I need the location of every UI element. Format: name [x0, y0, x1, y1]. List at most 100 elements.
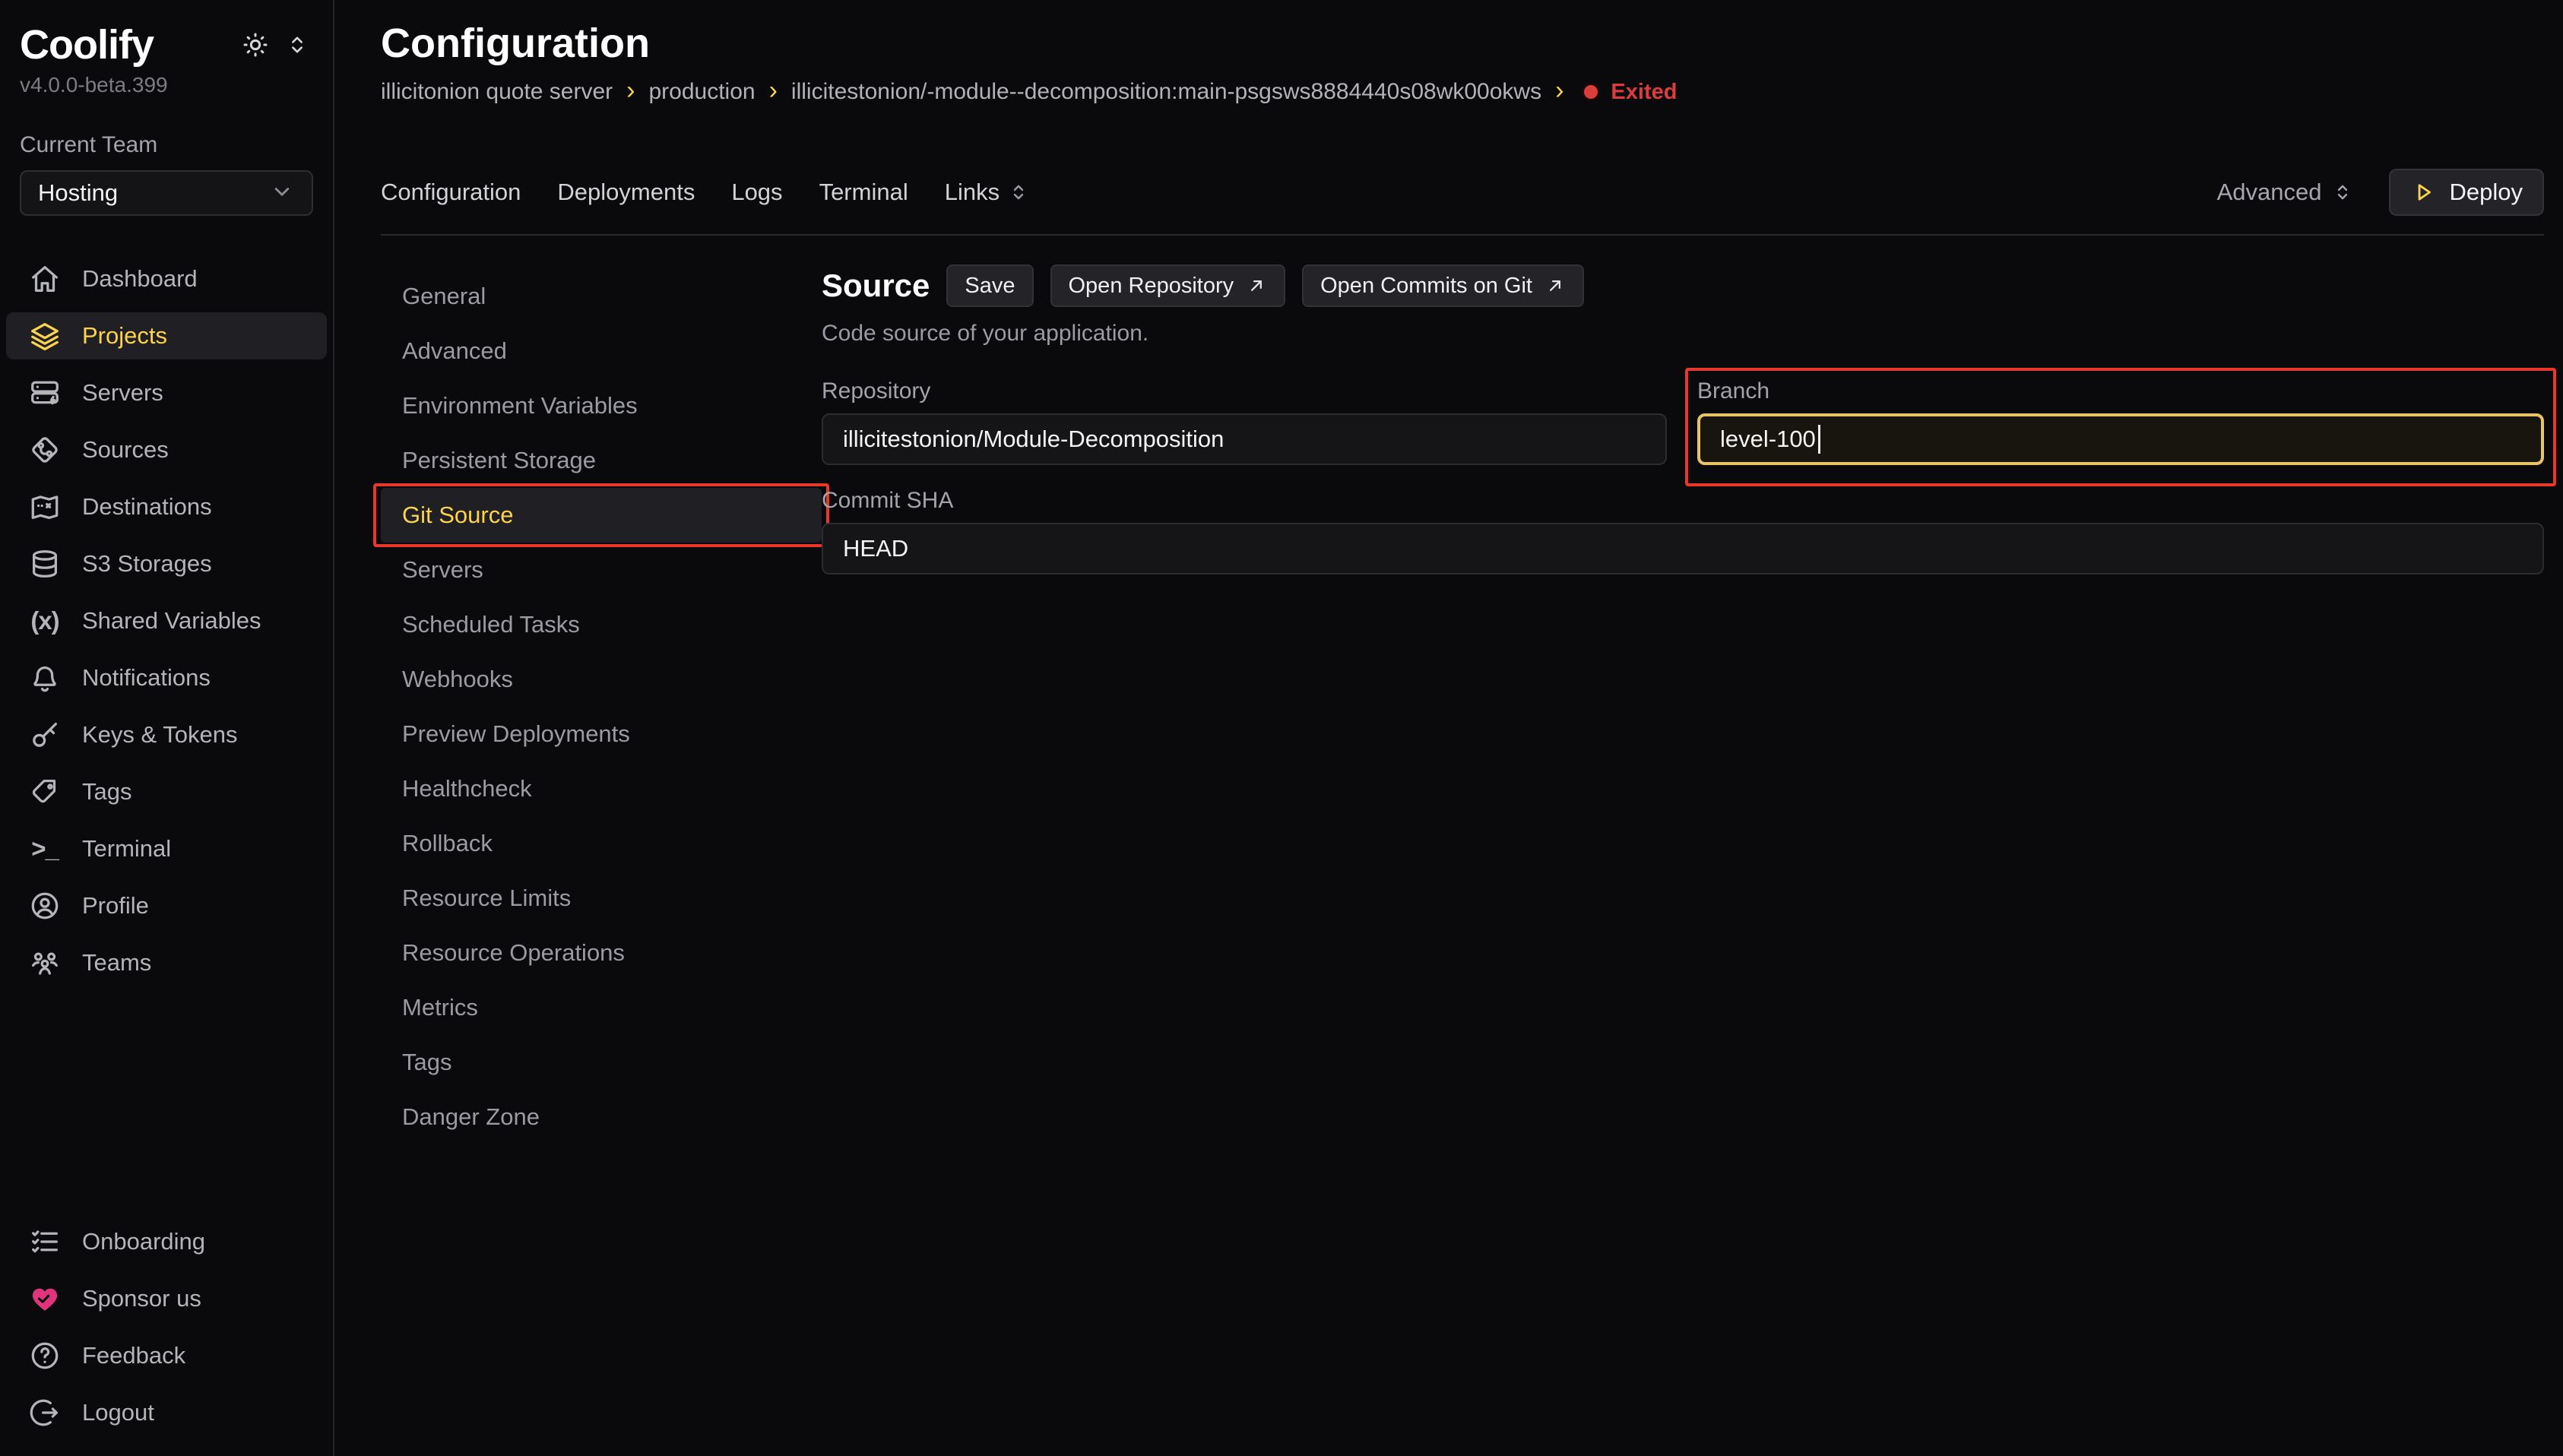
help-circle-icon [27, 1338, 62, 1373]
breadcrumb-application[interactable]: illicitestonion/-module--decomposition:m… [791, 79, 1541, 105]
bell-icon [27, 660, 62, 695]
key-icon [27, 717, 62, 752]
terminal-icon: >_ [27, 831, 62, 866]
subnav-resource-limits[interactable]: Resource Limits [381, 871, 822, 926]
external-link-icon [1246, 275, 1267, 296]
breadcrumb-chevron-icon: › [1555, 78, 1563, 103]
status-badge: Exited [1582, 80, 1677, 105]
text-cursor [1818, 425, 1820, 454]
external-link-icon [1544, 275, 1566, 296]
subnav-environment-variables[interactable]: Environment Variables [381, 378, 822, 433]
sidebar-item-projects[interactable]: Projects [6, 312, 327, 359]
subnav-resource-operations[interactable]: Resource Operations [381, 926, 822, 980]
main-panel: Configuration illicitonion quote server … [334, 0, 2563, 1456]
sidebar-item-sources[interactable]: Sources [6, 426, 327, 473]
tab-configuration[interactable]: Configuration [381, 179, 521, 206]
tab-logs[interactable]: Logs [731, 179, 782, 206]
theme-selector-chevron-icon[interactable] [284, 32, 310, 58]
home-icon [27, 261, 62, 296]
status-text: Exited [1611, 80, 1677, 105]
commit-sha-input[interactable]: HEAD [822, 523, 2544, 574]
breadcrumb-project[interactable]: illicitonion quote server [381, 79, 613, 105]
chevron-down-icon [269, 179, 295, 208]
current-team-label: Current Team [0, 97, 333, 158]
open-repository-button[interactable]: Open Repository [1050, 264, 1286, 307]
subnav-scheduled-tasks[interactable]: Scheduled Tasks [381, 597, 822, 652]
sidebar-item-teams[interactable]: Teams [6, 939, 327, 986]
layers-icon [27, 318, 62, 353]
status-dot-icon [1582, 83, 1600, 101]
subnav-advanced[interactable]: Advanced [381, 324, 822, 378]
tab-bar: Configuration Deployments Logs Terminal … [381, 169, 2544, 216]
play-icon [2410, 179, 2436, 205]
subnav-metrics[interactable]: Metrics [381, 980, 822, 1035]
git-source-icon [27, 432, 62, 467]
subnav-tags[interactable]: Tags [381, 1035, 822, 1090]
app-version: v4.0.0-beta.399 [0, 68, 333, 97]
tab-deployments[interactable]: Deployments [557, 179, 695, 206]
sidebar-item-shared-variables[interactable]: (x) Shared Variables [6, 597, 327, 644]
map-icon [27, 489, 62, 524]
server-icon [27, 375, 62, 410]
tab-links[interactable]: Links [945, 179, 1030, 206]
app-logo[interactable]: Coolify [20, 21, 154, 68]
sidebar-nav: Dashboard Projects Servers Sources Desti… [0, 255, 333, 986]
branch-input[interactable]: level-100 [1697, 413, 2544, 465]
database-icon [27, 546, 62, 581]
sidebar-item-keys-tokens[interactable]: Keys & Tokens [6, 711, 327, 758]
users-icon [27, 945, 62, 980]
breadcrumb-environment[interactable]: production [648, 79, 755, 105]
checklist-icon [27, 1224, 62, 1259]
branch-label: Branch [1697, 378, 2544, 404]
subnav-git-source[interactable]: Git Source [381, 488, 822, 543]
configuration-content: General Advanced Environment Variables P… [381, 236, 2544, 1456]
sidebar-item-sponsor-us[interactable]: Sponsor us [6, 1275, 327, 1322]
sidebar-item-logout[interactable]: Logout [6, 1389, 327, 1436]
deploy-button[interactable]: Deploy [2389, 169, 2545, 216]
repository-input[interactable]: illicitestonion/Module-Decomposition [822, 413, 1667, 465]
breadcrumb-chevron-icon: › [626, 78, 635, 103]
logout-icon [27, 1395, 62, 1430]
chevron-up-down-icon [1007, 181, 1030, 204]
team-selector[interactable]: Hosting [20, 170, 313, 216]
sidebar-item-tags[interactable]: Tags [6, 768, 327, 815]
breadcrumb-chevron-icon: › [769, 78, 778, 103]
subnav-danger-zone[interactable]: Danger Zone [381, 1090, 822, 1144]
section-description: Code source of your application. [822, 321, 2544, 347]
open-commits-button[interactable]: Open Commits on Git [1302, 264, 1584, 307]
subnav-healthcheck[interactable]: Healthcheck [381, 761, 822, 816]
tab-terminal[interactable]: Terminal [819, 179, 908, 206]
save-button[interactable]: Save [946, 264, 1033, 307]
theme-sun-icon[interactable] [240, 30, 271, 60]
subnav-persistent-storage[interactable]: Persistent Storage [381, 433, 822, 488]
section-title: Source [822, 267, 930, 304]
commit-sha-label: Commit SHA [822, 488, 2544, 514]
subnav-rollback[interactable]: Rollback [381, 816, 822, 871]
git-source-form: Source Save Open Repository Open Commits… [822, 264, 2544, 1456]
breadcrumb: illicitonion quote server › production ›… [381, 79, 2544, 105]
sidebar-item-feedback[interactable]: Feedback [6, 1332, 327, 1379]
sidebar-item-onboarding[interactable]: Onboarding [6, 1218, 327, 1265]
sidebar-item-profile[interactable]: Profile [6, 882, 327, 929]
sidebar-item-servers[interactable]: Servers [6, 369, 327, 416]
subnav-webhooks[interactable]: Webhooks [381, 652, 822, 707]
tag-icon [27, 774, 62, 809]
variable-icon: (x) [27, 603, 62, 638]
user-icon [27, 888, 62, 923]
repository-label: Repository [822, 378, 1667, 404]
config-subnav: General Advanced Environment Variables P… [381, 269, 822, 1456]
sidebar-item-s3-storages[interactable]: S3 Storages [6, 540, 327, 587]
chevron-up-down-icon [2331, 181, 2354, 204]
sidebar-footer-nav: Onboarding Sponsor us Feedback Logout [0, 1218, 333, 1442]
subnav-general[interactable]: General [381, 269, 822, 324]
subnav-preview-deployments[interactable]: Preview Deployments [381, 707, 822, 761]
sidebar-item-dashboard[interactable]: Dashboard [6, 255, 327, 302]
sidebar-item-destinations[interactable]: Destinations [6, 483, 327, 530]
heart-icon [27, 1281, 62, 1316]
advanced-menu-button[interactable]: Advanced [2213, 178, 2359, 207]
sidebar-header: Coolify [0, 21, 333, 68]
sidebar-item-terminal[interactable]: >_ Terminal [6, 825, 327, 872]
sidebar: Coolify v4.0.0-beta.399 Current Team Hos… [0, 0, 334, 1456]
subnav-servers[interactable]: Servers [381, 543, 822, 597]
sidebar-item-notifications[interactable]: Notifications [6, 654, 327, 701]
